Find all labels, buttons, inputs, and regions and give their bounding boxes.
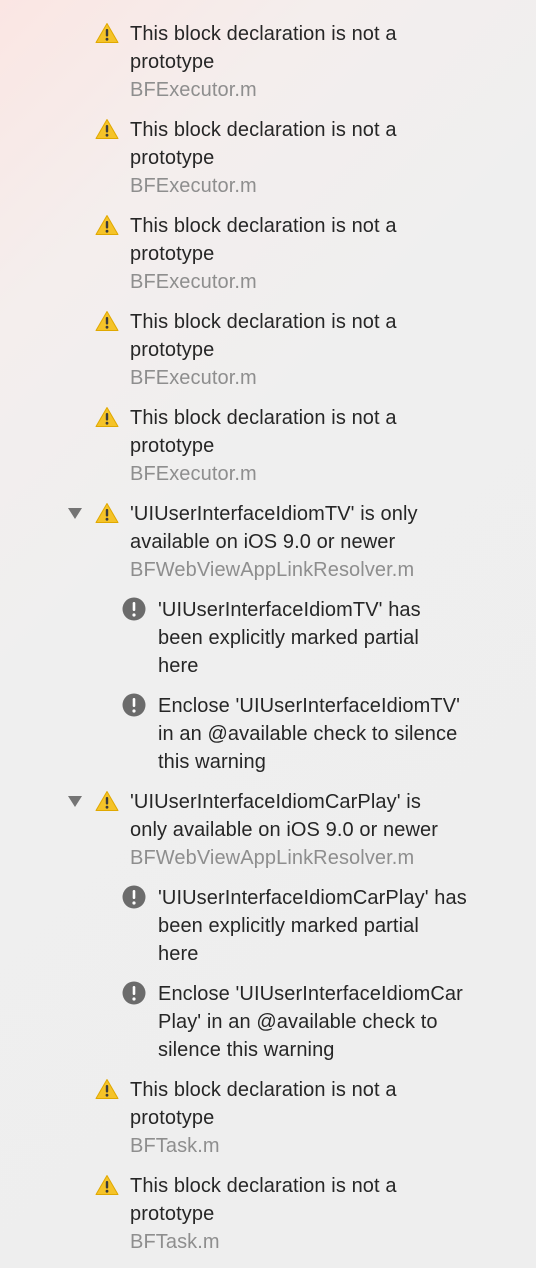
exclamation-circle-icon [122,597,146,621]
warning-message: This block declaration is not a prototyp… [130,407,397,457]
exclamation-circle-icon [122,981,146,1005]
warning-row[interactable]: This block declaration is not a prototyp… [0,20,536,104]
exclamation-circle-icon [122,885,146,909]
warning-row[interactable]: This block declaration is not a prototyp… [0,1172,536,1256]
note-message: 'UIUserInterfaceIdiomTV' has been explic… [158,599,421,677]
warning-row[interactable]: 'UIUserInterfaceIdiomTV' is only availab… [0,500,536,584]
warning-message: This block declaration is not a prototyp… [130,311,397,361]
warning-row[interactable]: This block declaration is not a prototyp… [0,1076,536,1160]
warning-message: 'UIUserInterfaceIdiomCarPlay' is only av… [130,791,439,841]
warning-triangle-icon [95,1079,119,1099]
warning-row[interactable]: This block declaration is not a prototyp… [0,212,536,296]
warning-triangle-icon [95,311,119,331]
warning-message: This block declaration is not a prototyp… [130,215,397,265]
warning-row[interactable]: This block declaration is not a prototyp… [0,404,536,488]
warning-triangle-icon [95,407,119,427]
disclosure-triangle-down-icon[interactable] [68,508,82,519]
warning-message: This block declaration is not a prototyp… [130,23,397,73]
warning-triangle-icon [95,215,119,235]
note-message: 'UIUserInterfaceIdiomCarPlay' has been e… [158,887,467,965]
warning-file-name: BFExecutor.m [130,79,257,101]
issue-navigator: This block declaration is not a prototyp… [0,0,536,1268]
warning-row[interactable]: 'UIUserInterfaceIdiomCarPlay' is only av… [0,788,536,872]
warning-file-name: BFWebViewAppLinkResolver.m [130,559,415,581]
warning-file-name: BFExecutor.m [130,367,257,389]
warning-file-name: BFTask.m [130,1135,220,1157]
warning-triangle-icon [95,791,119,811]
note-row[interactable]: 'UIUserInterfaceIdiomTV' has been explic… [0,596,536,680]
disclosure-triangle-down-icon[interactable] [68,796,82,807]
warning-message: This block declaration is not a prototyp… [130,1175,397,1225]
warning-triangle-icon [95,119,119,139]
warning-triangle-icon [95,23,119,43]
note-message: Enclose 'UIUserInterfaceIdiomCar Play' i… [158,983,463,1061]
warning-message: This block declaration is not a prototyp… [130,119,397,169]
warning-message: 'UIUserInterfaceIdiomTV' is only availab… [130,503,418,553]
warning-file-name: BFExecutor.m [130,175,257,197]
warning-triangle-icon [95,503,119,523]
note-row[interactable]: Enclose 'UIUserInterfaceIdiomCar Play' i… [0,980,536,1064]
warning-triangle-icon [95,1175,119,1195]
note-row[interactable]: Enclose 'UIUserInterfaceIdiomTV' in an @… [0,692,536,776]
note-message: Enclose 'UIUserInterfaceIdiomTV' in an @… [158,695,461,773]
exclamation-circle-icon [122,693,146,717]
warning-file-name: BFTask.m [130,1231,220,1253]
warning-file-name: BFExecutor.m [130,271,257,293]
warning-file-name: BFExecutor.m [130,463,257,485]
note-row[interactable]: 'UIUserInterfaceIdiomCarPlay' has been e… [0,884,536,968]
warning-row[interactable]: This block declaration is not a prototyp… [0,308,536,392]
warning-file-name: BFWebViewAppLinkResolver.m [130,847,415,869]
warning-message: This block declaration is not a prototyp… [130,1079,397,1129]
warning-row[interactable]: This block declaration is not a prototyp… [0,116,536,200]
